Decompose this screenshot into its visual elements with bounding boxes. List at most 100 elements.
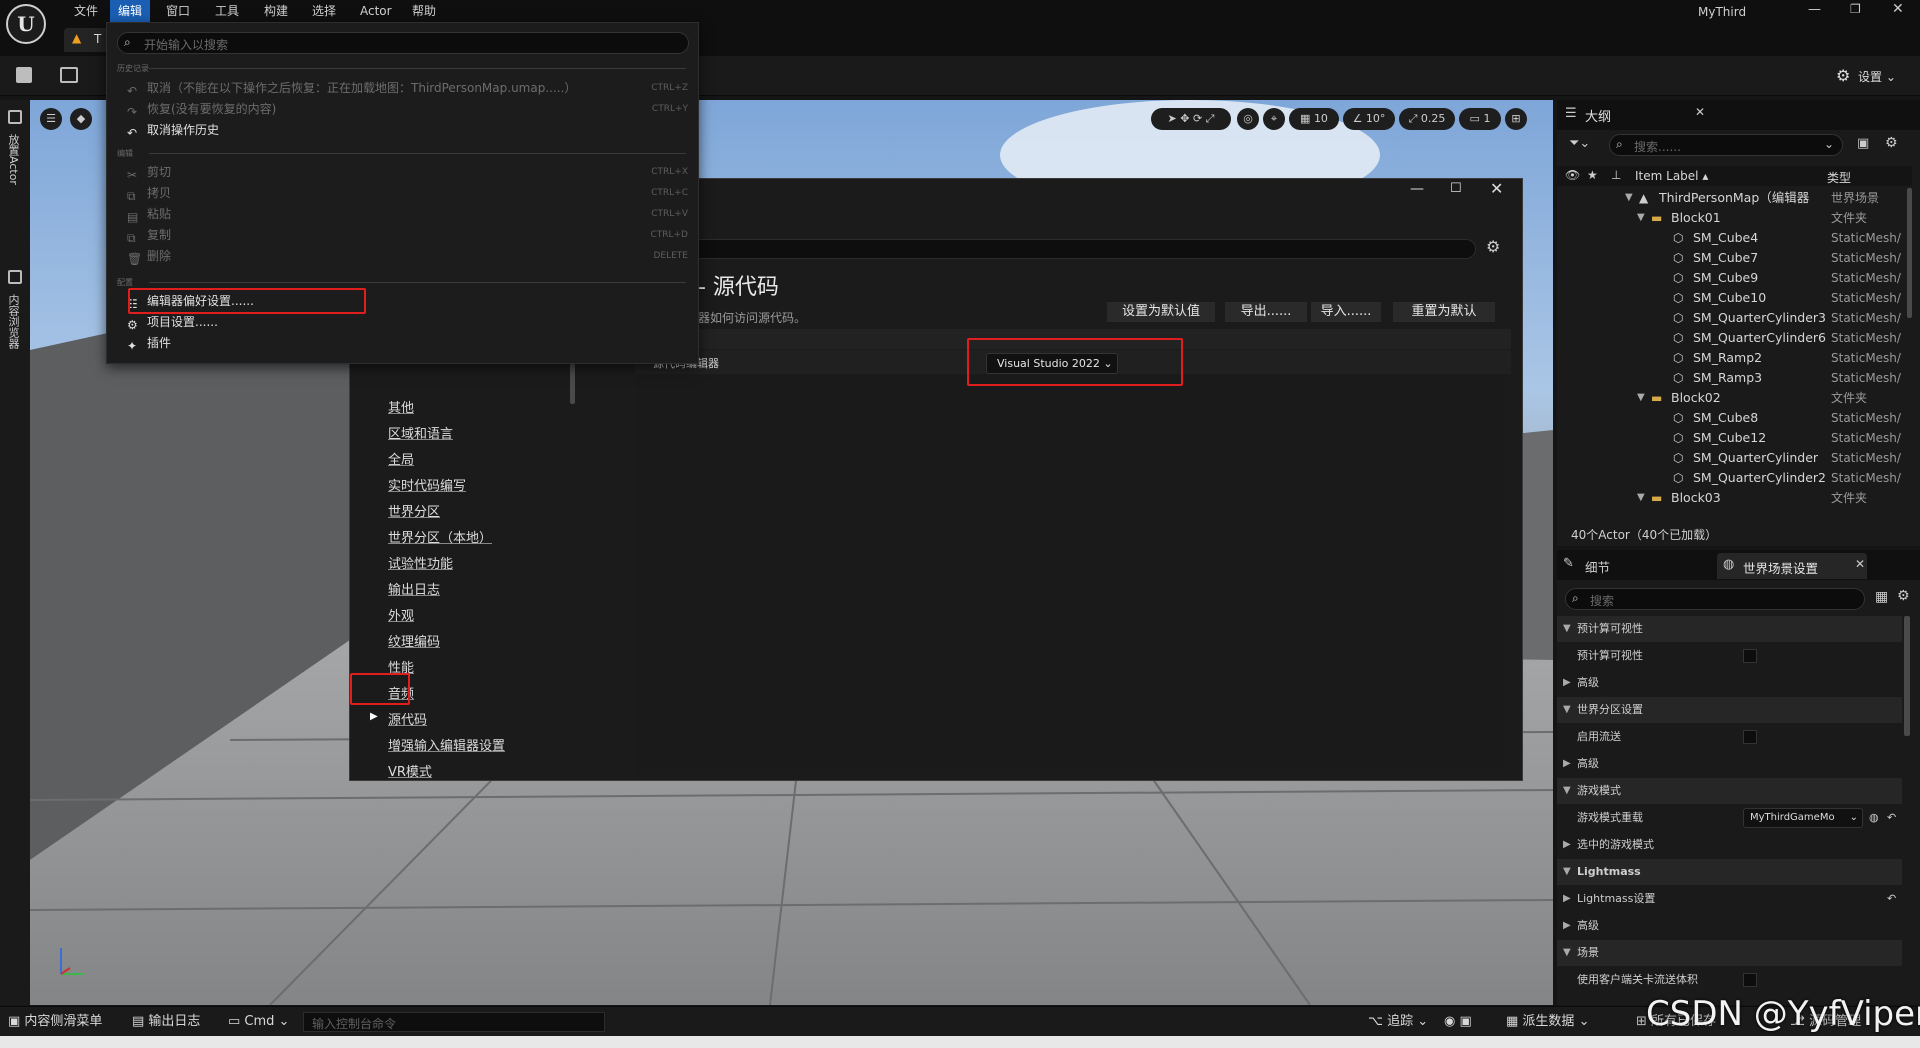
menu-search-input[interactable]: ⌕ 开始输入以搜索	[117, 32, 689, 54]
outliner-scrollbar[interactable]	[1907, 188, 1912, 318]
transform-tools[interactable]: ➤ ✥ ⟳ ⤢	[1151, 108, 1231, 130]
item-label-column[interactable]: Item Label ▴	[1635, 169, 1708, 183]
minimize-icon[interactable]: —	[1808, 2, 1821, 17]
menu-item-plugins[interactable]: ✦ 插件	[127, 333, 688, 353]
menu-item-delete[interactable]: 🗑 删除 DELETE	[127, 246, 688, 266]
menu-build[interactable]: 构建	[256, 0, 296, 22]
nav-item[interactable]: 世界分区	[388, 501, 440, 520]
outliner-row[interactable]: ⬡ SM_Cube4 StaticMesh/	[1557, 228, 1912, 248]
place-actor-tab[interactable]: 放置Actor	[7, 134, 21, 185]
outliner-row[interactable]: ⬡ SM_Cube8 StaticMesh/	[1557, 408, 1912, 428]
expand-arrow-icon[interactable]: ▼	[1563, 616, 1571, 642]
expand-arrow-icon[interactable]: ▶	[1563, 832, 1571, 858]
import-button[interactable]: 导入......	[1310, 301, 1382, 323]
details-scrollbar[interactable]	[1904, 616, 1910, 736]
details-row[interactable]: 游戏模式重载 MyThirdGameMo ⌄ ◍ ↶	[1557, 805, 1902, 831]
details-row[interactable]: 启用流送	[1557, 724, 1902, 750]
outliner-row[interactable]: ⬡ SM_Ramp3 StaticMesh/	[1557, 368, 1912, 388]
favorite-icon[interactable]: ★	[1587, 168, 1598, 182]
expand-arrow-icon[interactable]: ▶	[1563, 670, 1571, 696]
details-row[interactable]: ▶ 高级	[1557, 913, 1902, 939]
menu-tools[interactable]: 工具	[207, 0, 247, 22]
checkbox[interactable]	[1743, 730, 1757, 744]
gear-icon[interactable]: ⚙	[1486, 237, 1500, 256]
type-column[interactable]: 类型	[1827, 169, 1851, 186]
expand-arrow-icon[interactable]: ▼	[1563, 859, 1571, 885]
expand-arrow-icon[interactable]: ▼	[1637, 208, 1645, 228]
menu-file[interactable]: 文件	[66, 0, 106, 22]
filter-icon[interactable]: ⏷⌄	[1569, 136, 1590, 151]
trace-button[interactable]: ⌥ 追踪 ⌄	[1368, 1007, 1428, 1037]
nav-item[interactable]: 输出日志	[388, 579, 440, 598]
menu-select[interactable]: 选择	[304, 0, 344, 22]
content-drawer-button[interactable]: ▣ 内容侧滑菜单	[8, 1007, 102, 1037]
details-row[interactable]: ▶ 高级	[1557, 670, 1902, 696]
reset-to-default-button[interactable]: 重置为默认	[1392, 301, 1496, 323]
nav-item[interactable]: 全局	[388, 449, 414, 468]
world-space-icon[interactable]: ◎	[1237, 108, 1259, 130]
rotate-snap-button[interactable]: ∠ 10°	[1343, 108, 1395, 130]
details-category[interactable]: ▼ 场景	[1557, 940, 1902, 966]
expand-arrow-icon[interactable]: ▼	[1637, 388, 1645, 408]
viewport-menu-icon[interactable]: ☰	[40, 108, 62, 130]
visibility-icon[interactable]: 👁	[1565, 168, 1580, 182]
menu-item-copy[interactable]: ⧉ 拷贝 CTRL+C	[127, 183, 688, 203]
outliner-row[interactable]: ⬡ SM_Cube7 StaticMesh/	[1557, 248, 1912, 268]
menu-item-redo[interactable]: ↷ 恢复(没有要恢复的内容) CTRL+Y	[127, 99, 688, 119]
menu-edit[interactable]: 编辑	[110, 0, 151, 22]
content-browser-tab[interactable]: 内容浏览器	[7, 294, 21, 349]
close-icon[interactable]: ✕	[1892, 1, 1904, 17]
menu-actor[interactable]: Actor	[352, 0, 400, 22]
expand-arrow-icon[interactable]: ▼	[1563, 778, 1571, 804]
cmd-dropdown[interactable]: ▭ Cmd ⌄	[228, 1007, 289, 1037]
export-button[interactable]: 导出......	[1224, 301, 1308, 323]
grid-view-icon[interactable]: ▦	[1875, 589, 1888, 605]
stats-icon[interactable]: ◉ ▣	[1444, 1007, 1472, 1037]
details-row[interactable]: ▶ 选中的游戏模式	[1557, 832, 1902, 858]
menu-item-undo-history[interactable]: ↶ 取消操作历史	[127, 120, 688, 140]
menu-window[interactable]: 窗口	[158, 0, 198, 22]
details-search-input[interactable]: ⌕ 搜索	[1565, 588, 1865, 610]
expand-arrow-icon[interactable]: ▼	[1637, 488, 1645, 508]
outliner-row[interactable]: ▼ ▬ Block01 文件夹	[1557, 208, 1912, 228]
nav-item[interactable]: 外观	[388, 605, 414, 624]
menu-item-project-settings[interactable]: ⚙ 项目设置......	[127, 312, 688, 332]
nav-item[interactable]: VR模式	[388, 761, 432, 780]
content-browser-icon[interactable]	[8, 270, 22, 284]
outliner-row[interactable]: ⬡ SM_Cube10 StaticMesh/	[1557, 288, 1912, 308]
expand-arrow-icon[interactable]: ▶	[1563, 886, 1571, 912]
restore-icon[interactable]: ❐	[1850, 2, 1861, 16]
expand-arrow-icon[interactable]: ▼	[1625, 188, 1633, 208]
settings-button[interactable]: 设置 ⌄	[1858, 68, 1896, 85]
nav-item[interactable]: 实时代码编写	[388, 475, 466, 494]
game-mode-dropdown[interactable]: MyThirdGameMo ⌄	[1743, 808, 1863, 828]
pin-icon[interactable]: ⊥	[1611, 168, 1621, 182]
surface-snap-icon[interactable]: ⌖	[1263, 108, 1285, 130]
nav-item[interactable]: 其他	[388, 397, 414, 416]
details-category[interactable]: ▼ 世界分区设置	[1557, 697, 1902, 723]
details-category[interactable]: ▼ Lightmass	[1557, 859, 1902, 885]
menu-item-paste[interactable]: ▤ 粘贴 CTRL+V	[127, 204, 688, 224]
reset-icon[interactable]: ↶	[1887, 805, 1896, 831]
details-row[interactable]: 使用客户端关卡流送体积	[1557, 967, 1902, 993]
outliner-row[interactable]: ⬡ SM_QuarterCylinder StaticMesh/	[1557, 448, 1912, 468]
outliner-row[interactable]: ▼ ▬ Block02 文件夹	[1557, 388, 1912, 408]
outliner-row[interactable]: ▼ ▲ ThirdPersonMap（编辑器 世界场景	[1557, 188, 1912, 208]
outliner-row[interactable]: ⬡ SM_QuarterCylinder6 StaticMesh/	[1557, 328, 1912, 348]
settings-search-input[interactable]	[586, 239, 1476, 259]
close-icon[interactable]: ✕	[1490, 179, 1503, 198]
close-icon[interactable]: ✕	[1855, 557, 1865, 571]
maximize-icon[interactable]: ☐	[1450, 181, 1462, 196]
minimize-icon[interactable]: —	[1410, 181, 1424, 197]
outliner-row[interactable]: ⬡ SM_Cube12 StaticMesh/	[1557, 428, 1912, 448]
add-folder-icon[interactable]: ▣	[1857, 136, 1869, 151]
expand-arrow-icon[interactable]: ▶	[1563, 751, 1571, 777]
outliner-search-input[interactable]: ⌕ 搜索...... ⌄	[1609, 134, 1843, 156]
checkbox[interactable]	[1743, 973, 1757, 987]
nav-item[interactable]: 增强输入编辑器设置	[388, 735, 505, 754]
menu-item-duplicate[interactable]: ⧉ 复制 CTRL+D	[127, 225, 688, 245]
menu-help[interactable]: 帮助	[404, 0, 444, 22]
gear-icon[interactable]: ⚙	[1897, 588, 1910, 604]
expand-arrow-icon[interactable]: ▼	[1563, 697, 1571, 723]
nav-item[interactable]: 世界分区（本地）	[388, 527, 492, 546]
